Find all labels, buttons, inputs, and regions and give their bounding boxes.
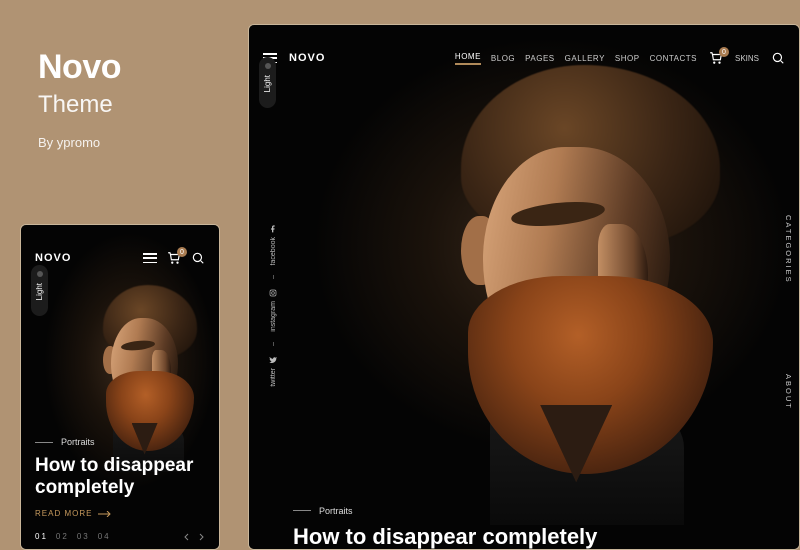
nav-skins[interactable]: SKINS <box>735 54 759 63</box>
post-category[interactable]: Portraits <box>61 437 95 447</box>
rail-categories[interactable]: CATEGORIES <box>784 215 793 284</box>
social-instagram[interactable]: instagram <box>269 289 277 332</box>
menu-icon[interactable] <box>143 253 157 263</box>
brand-logo[interactable]: NOVO <box>35 252 71 264</box>
nav-shop[interactable]: SHOP <box>615 54 640 63</box>
post-category[interactable]: Portraits <box>319 506 353 516</box>
brand-logo[interactable]: NOVO <box>289 52 325 64</box>
desktop-preview-window: NOVO HOME BLOG PAGES GALLERY SHOP CONTAC… <box>248 24 800 550</box>
cart-button[interactable]: 0 <box>167 251 181 265</box>
theme-toggle[interactable]: Light <box>31 265 48 316</box>
cart-badge: 0 <box>177 247 187 257</box>
theme-toggle[interactable]: Light <box>259 57 276 108</box>
promo-subtitle: Theme <box>38 91 121 119</box>
slide-pager: 01 02 03 04 <box>35 532 205 541</box>
nav-pages[interactable]: PAGES <box>525 54 554 63</box>
read-more-link[interactable]: READ MORE <box>35 509 205 518</box>
cart-badge: 0 <box>719 47 729 57</box>
chevron-left-icon[interactable] <box>183 533 191 541</box>
theme-toggle-label: Light <box>35 283 44 300</box>
instagram-icon <box>269 289 277 297</box>
post-headline[interactable]: How to disappear completely <box>293 524 785 549</box>
nav-home[interactable]: HOME <box>455 52 481 65</box>
chevron-right-icon[interactable] <box>197 533 205 541</box>
promo-title: Novo <box>38 48 121 87</box>
search-icon[interactable] <box>191 251 205 265</box>
social-facebook[interactable]: facebook <box>269 225 277 265</box>
pager-item[interactable]: 03 <box>77 532 90 541</box>
pager-current[interactable]: 01 <box>35 532 48 541</box>
pager-item[interactable]: 02 <box>56 532 69 541</box>
arrow-right-icon <box>98 511 112 517</box>
nav-contacts[interactable]: CONTACTS <box>650 54 697 63</box>
nav-blog[interactable]: BLOG <box>491 54 515 63</box>
post-headline[interactable]: How to disappear completely <box>35 455 205 499</box>
rail-about[interactable]: ABOUT <box>784 374 793 410</box>
search-icon[interactable] <box>771 51 785 65</box>
right-rail: CATEGORIES ABOUT <box>784 215 793 409</box>
promo-byline: By ypromo <box>38 135 121 150</box>
hero-image <box>249 25 799 549</box>
theme-toggle-label: Light <box>263 75 272 92</box>
twitter-icon <box>269 356 277 364</box>
mobile-preview-window: NOVO 0 Light Portraits How to disappear … <box>20 224 220 550</box>
cart-button[interactable]: 0 <box>709 51 723 65</box>
primary-nav: HOME BLOG PAGES GALLERY SHOP CONTACTS <box>455 52 697 65</box>
social-twitter[interactable]: twitter <box>269 356 277 387</box>
pager-item[interactable]: 04 <box>98 532 111 541</box>
social-rail: facebook instagram twitter <box>269 225 277 387</box>
nav-gallery[interactable]: GALLERY <box>565 54 605 63</box>
facebook-icon <box>269 225 277 233</box>
